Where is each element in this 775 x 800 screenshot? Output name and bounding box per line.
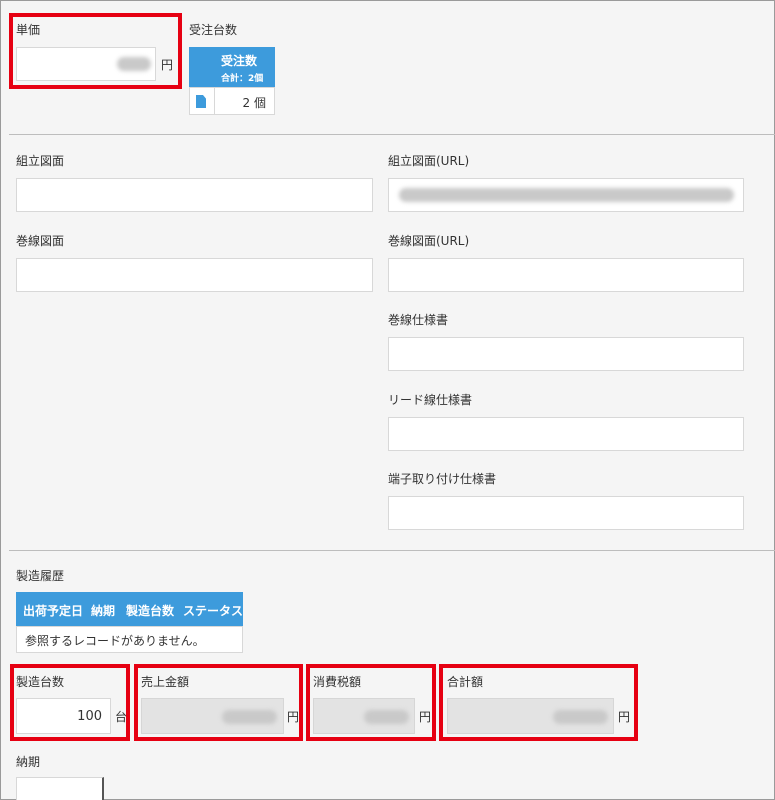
order-qty-table-header: 受注数 合計：2個 [189, 47, 275, 87]
order-qty-header-label: 受注数 [221, 54, 258, 68]
history-empty-row: 参照するレコードがありません。 [16, 626, 243, 653]
winding-spec-label: 巻線仕様書 [388, 313, 449, 327]
assembly-drawing-field[interactable] [16, 178, 373, 212]
highlight-tax-amount [306, 664, 436, 741]
winding-spec-field[interactable] [388, 337, 744, 371]
winding-drawing-url-field[interactable] [388, 258, 744, 292]
history-col-status[interactable]: ステータス [183, 602, 243, 619]
highlight-mfg-qty [10, 664, 130, 741]
order-qty-total: 合計：2個 [221, 74, 264, 84]
highlight-unit-price [9, 13, 182, 89]
history-col-ship-date[interactable]: 出荷予定日 [23, 602, 83, 619]
delivery-label: 納期 [16, 755, 41, 769]
assembly-drawing-label: 組立図面 [16, 154, 65, 168]
redacted-url [399, 188, 734, 202]
order-qty-row[interactable]: 2 個 [189, 87, 275, 115]
order-qty-row-value: 2 個 [242, 96, 266, 110]
lead-wire-spec-label: リード線仕様書 [388, 393, 473, 407]
history-col-mfg-qty[interactable]: 製造台数 [126, 602, 174, 619]
highlight-total-amount [439, 664, 638, 741]
row-divider [214, 88, 215, 114]
history-empty-text: 参照するレコードがありません。 [25, 634, 205, 648]
document-icon [196, 95, 206, 108]
delivery-field[interactable] [16, 777, 104, 800]
lead-wire-spec-field[interactable] [388, 417, 744, 451]
terminal-spec-label: 端子取り付け仕様書 [388, 472, 497, 486]
assembly-drawing-url-field[interactable] [388, 178, 744, 212]
section-divider-1 [9, 134, 775, 135]
winding-drawing-label: 巻線図面 [16, 234, 65, 248]
section-divider-2 [9, 550, 775, 551]
history-table-header: 出荷予定日 納期 製造台数 ステータス [16, 592, 243, 626]
order-qty-label: 受注台数 [189, 23, 238, 37]
terminal-spec-field[interactable] [388, 496, 744, 530]
winding-drawing-url-label: 巻線図面(URL) [388, 234, 470, 248]
assembly-drawing-url-label: 組立図面(URL) [388, 154, 470, 168]
winding-drawing-field[interactable] [16, 258, 373, 292]
history-col-delivery[interactable]: 納期 [91, 602, 115, 619]
highlight-sales-amount [134, 664, 303, 741]
history-label: 製造履歴 [16, 569, 65, 583]
